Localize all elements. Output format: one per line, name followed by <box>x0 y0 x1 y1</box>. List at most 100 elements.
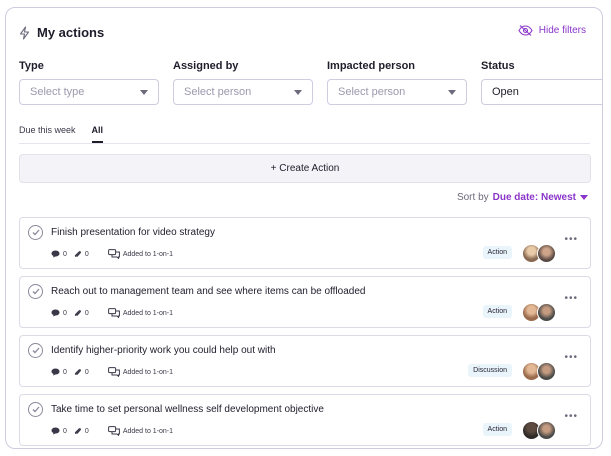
avatar <box>537 244 556 263</box>
check-icon <box>32 406 39 413</box>
action-title[interactable]: Take time to set personal wellness self … <box>51 404 324 415</box>
comments-count[interactable]: 0 <box>51 250 67 258</box>
comments-count-value: 0 <box>63 368 67 376</box>
action-title[interactable]: Reach out to management team and see whe… <box>51 286 365 297</box>
paperclip-icon <box>74 427 81 434</box>
action-type-badge: Discussion <box>468 364 512 377</box>
attachments-count[interactable]: 0 <box>74 309 89 318</box>
impacted-person-select-value: Select person <box>338 86 406 98</box>
sort-prefix: Sort by <box>456 192 489 203</box>
comment-icon <box>51 427 60 435</box>
check-icon <box>32 288 39 295</box>
comments-count[interactable]: 0 <box>51 309 67 317</box>
avatar <box>537 421 556 440</box>
impacted-person-select[interactable]: Select person <box>327 79 467 105</box>
added-to-1on1: Added to 1-on-1 <box>107 308 174 318</box>
action-meta: 0 0 Added to 1-on-1 <box>51 367 173 377</box>
action-type-badge: Action <box>482 246 512 259</box>
added-to-label: Added to 1-on-1 <box>122 368 174 376</box>
chevron-down-icon <box>140 89 148 95</box>
check-icon <box>32 347 39 354</box>
status-select[interactable]: Open <box>481 79 603 105</box>
chevron-down-icon <box>294 89 302 95</box>
eye-off-icon <box>518 25 533 36</box>
hide-filters-label: Hide filters <box>538 25 586 36</box>
action-title[interactable]: Identify higher-priority work you could … <box>51 345 276 356</box>
filter-type: Type Select type <box>19 60 159 105</box>
complete-checkbox[interactable] <box>28 225 43 240</box>
action-type-badge: Action <box>482 423 512 436</box>
type-select-value: Select type <box>30 86 85 98</box>
tab-due-this-week[interactable]: Due this week <box>19 125 76 143</box>
paperclip-icon <box>74 309 81 316</box>
type-select[interactable]: Select type <box>19 79 159 105</box>
paperclip-icon <box>74 250 81 257</box>
more-options-icon[interactable]: ••• <box>564 411 578 422</box>
filter-impacted-person: Impacted person Select person <box>327 60 467 105</box>
added-to-1on1: Added to 1-on-1 <box>107 367 174 377</box>
action-meta: 0 0 Added to 1-on-1 <box>51 249 173 259</box>
attachments-count-value: 0 <box>84 368 89 376</box>
comment-icon <box>51 368 60 376</box>
comments-count-value: 0 <box>63 250 67 258</box>
chevron-down-icon <box>580 195 588 200</box>
complete-checkbox[interactable] <box>28 402 43 417</box>
chat-bubbles-icon <box>107 308 120 318</box>
actions-list: Finish presentation for video strategy 0… <box>19 217 591 448</box>
list-item[interactable]: Finish presentation for video strategy 0… <box>19 217 591 269</box>
filter-status-label: Status <box>481 60 515 72</box>
more-options-icon[interactable]: ••• <box>564 293 578 304</box>
action-meta: 0 0 Added to 1-on-1 <box>51 426 173 436</box>
added-to-label: Added to 1-on-1 <box>122 250 174 258</box>
filter-type-label: Type <box>19 60 44 72</box>
tab-all[interactable]: All <box>91 125 104 143</box>
more-options-icon[interactable]: ••• <box>564 234 578 245</box>
my-actions-card: My actions Hide filters Type Select type… <box>5 7 603 449</box>
list-item[interactable]: Identify higher-priority work you could … <box>19 335 591 387</box>
sort-dropdown[interactable]: Due date: Newest <box>493 192 588 203</box>
filter-impacted-person-label: Impacted person <box>327 60 416 72</box>
complete-checkbox[interactable] <box>28 284 43 299</box>
paperclip-icon <box>74 368 81 375</box>
list-item[interactable]: Reach out to management team and see whe… <box>19 276 591 328</box>
list-item[interactable]: Take time to set personal wellness self … <box>19 394 591 446</box>
comment-icon <box>51 309 60 317</box>
filter-assigned-by-label: Assigned by <box>173 60 239 72</box>
attachments-count-value: 0 <box>84 309 89 317</box>
hide-filters-button[interactable]: Hide filters <box>518 25 586 36</box>
chevron-down-icon <box>602 90 603 95</box>
create-action-button[interactable]: + Create Action <box>19 154 591 183</box>
more-options-icon[interactable]: ••• <box>564 352 578 363</box>
added-to-1on1: Added to 1-on-1 <box>107 426 174 436</box>
attachments-count[interactable]: 0 <box>74 427 89 436</box>
assigned-by-select[interactable]: Select person <box>173 79 313 105</box>
sort-control: Sort by Due date: Newest <box>457 192 588 203</box>
avatar-group[interactable] <box>522 244 556 263</box>
avatar <box>537 303 556 322</box>
comments-count-value: 0 <box>63 427 67 435</box>
chevron-down-icon <box>448 89 456 95</box>
attachments-count[interactable]: 0 <box>74 250 89 259</box>
avatar-group[interactable] <box>522 421 556 440</box>
comments-count[interactable]: 0 <box>51 368 67 376</box>
avatar-group[interactable] <box>522 362 556 381</box>
check-icon <box>32 229 39 236</box>
attachments-count[interactable]: 0 <box>74 368 89 377</box>
comments-count-value: 0 <box>63 309 67 317</box>
filter-assigned-by: Assigned by Select person <box>173 60 313 105</box>
added-to-label: Added to 1-on-1 <box>122 309 174 317</box>
added-to-1on1: Added to 1-on-1 <box>107 249 174 259</box>
chat-bubbles-icon <box>107 367 120 377</box>
added-to-label: Added to 1-on-1 <box>122 427 174 435</box>
tabs-divider <box>19 143 590 144</box>
filters-row: Type Select type Assigned by Select pers… <box>19 60 603 105</box>
tabs: Due this week All <box>19 125 104 143</box>
comment-icon <box>51 250 60 258</box>
comments-count[interactable]: 0 <box>51 427 67 435</box>
complete-checkbox[interactable] <box>28 343 43 358</box>
sort-value: Due date: Newest <box>492 192 576 203</box>
action-meta: 0 0 Added to 1-on-1 <box>51 308 173 318</box>
filter-status: Status Open <box>481 60 603 105</box>
action-title[interactable]: Finish presentation for video strategy <box>51 227 215 238</box>
avatar-group[interactable] <box>522 303 556 322</box>
